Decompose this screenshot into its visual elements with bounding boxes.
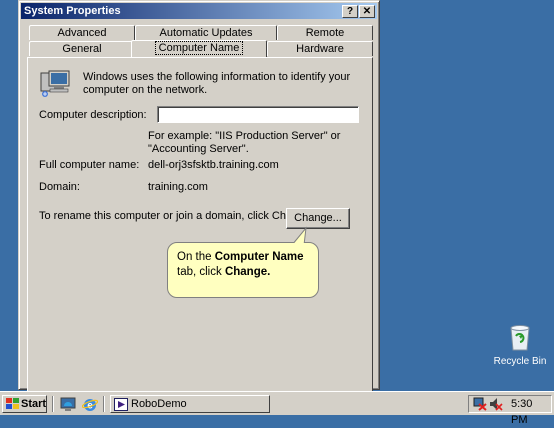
- computer-name-panel: Windows uses the following information t…: [27, 57, 373, 391]
- clock[interactable]: 5:30 PM: [511, 396, 551, 428]
- intro-text: Windows uses the following information t…: [83, 71, 351, 96]
- robodemo-icon: [114, 398, 128, 416]
- system-tray: 5:30 PM: [468, 395, 552, 426]
- ie-icon[interactable]: e: [81, 397, 99, 415]
- start-button[interactable]: Start: [2, 395, 47, 413]
- taskbar-separator: [52, 396, 54, 412]
- help-button[interactable]: ?: [342, 5, 358, 18]
- tab-advanced[interactable]: Advanced: [29, 25, 135, 40]
- domain-label: Domain:: [39, 181, 80, 193]
- tab-remote[interactable]: Remote: [277, 25, 373, 40]
- description-label: Computer description:: [39, 109, 147, 121]
- volume-icon[interactable]: [489, 397, 503, 416]
- rename-text: To rename this computer or join a domain…: [39, 210, 314, 222]
- tab-computer-name[interactable]: Computer Name: [131, 40, 267, 57]
- example-text: For example: "IIS Production Server" or …: [148, 130, 341, 155]
- taskbar-item-robodemo[interactable]: RoboDemo: [110, 395, 270, 413]
- recycle-bin-icon: [506, 322, 534, 352]
- network-icon[interactable]: [473, 397, 487, 416]
- computer-icon: [40, 70, 72, 100]
- tab-hardware[interactable]: Hardware: [267, 41, 373, 56]
- recycle-bin[interactable]: Recycle Bin: [490, 322, 550, 367]
- computer-description-input[interactable]: [157, 106, 359, 123]
- desktop-icon[interactable]: [60, 397, 76, 415]
- taskbar-separator: [103, 396, 105, 412]
- windows-logo-icon: [6, 398, 19, 415]
- callout-pointer: [290, 226, 307, 246]
- domain-value: training.com: [148, 181, 208, 193]
- tab-general[interactable]: General: [29, 41, 135, 56]
- tab-automatic-updates[interactable]: Automatic Updates: [135, 25, 277, 40]
- full-name-label: Full computer name:: [39, 159, 140, 171]
- full-name-value: dell-orj3sfsktb.training.com: [148, 159, 279, 171]
- title-bar[interactable]: System Properties ? ✕: [21, 3, 377, 19]
- window-title: System Properties: [24, 5, 121, 17]
- taskbar: Start e RoboDemo 5:30 PM: [0, 391, 554, 426]
- tutorial-callout: On the Computer Name tab, click Change.: [167, 242, 319, 298]
- close-button[interactable]: ✕: [359, 5, 375, 18]
- recycle-bin-label: Recycle Bin: [493, 356, 547, 367]
- system-properties-window: System Properties ? ✕ Advanced Automatic…: [18, 0, 380, 391]
